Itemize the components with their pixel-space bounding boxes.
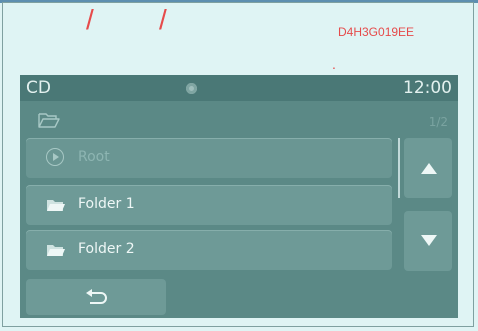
clock: 12:00	[403, 78, 452, 98]
list-item-label: Folder 2	[78, 241, 135, 257]
scroll-down-button[interactable]	[404, 211, 452, 271]
page-indicator: 1/2	[428, 115, 448, 129]
cd-browser-screen: CD 12:00 1/2 Root Folder 1 Folder 2	[20, 75, 458, 318]
scroll-position-indicator	[398, 138, 400, 198]
list-item-root[interactable]: Root	[26, 138, 392, 178]
list-item-folder-1[interactable]: Folder 1	[26, 185, 392, 225]
source-label: CD	[26, 78, 51, 98]
annotation-dot: .	[332, 56, 336, 72]
list-item-label: Folder 1	[78, 196, 135, 212]
image-code: D4H3G019EE	[338, 25, 415, 39]
annotation-slash-b: /	[159, 4, 167, 35]
back-arrow-icon	[86, 289, 107, 304]
disc-icon	[186, 83, 197, 94]
list-item-folder-2[interactable]: Folder 2	[26, 230, 392, 270]
folder-icon	[47, 200, 65, 211]
play-circle-icon	[46, 148, 64, 166]
scroll-up-button[interactable]	[404, 138, 452, 198]
list-item-label: Root	[78, 149, 110, 165]
folder-icon	[47, 245, 65, 256]
open-folder-icon	[38, 113, 60, 128]
triangle-down-icon	[421, 235, 437, 246]
back-button[interactable]	[26, 279, 166, 315]
triangle-up-icon	[421, 163, 437, 174]
annotation-slash-a: /	[86, 4, 94, 35]
status-bar: CD 12:00	[20, 75, 458, 101]
